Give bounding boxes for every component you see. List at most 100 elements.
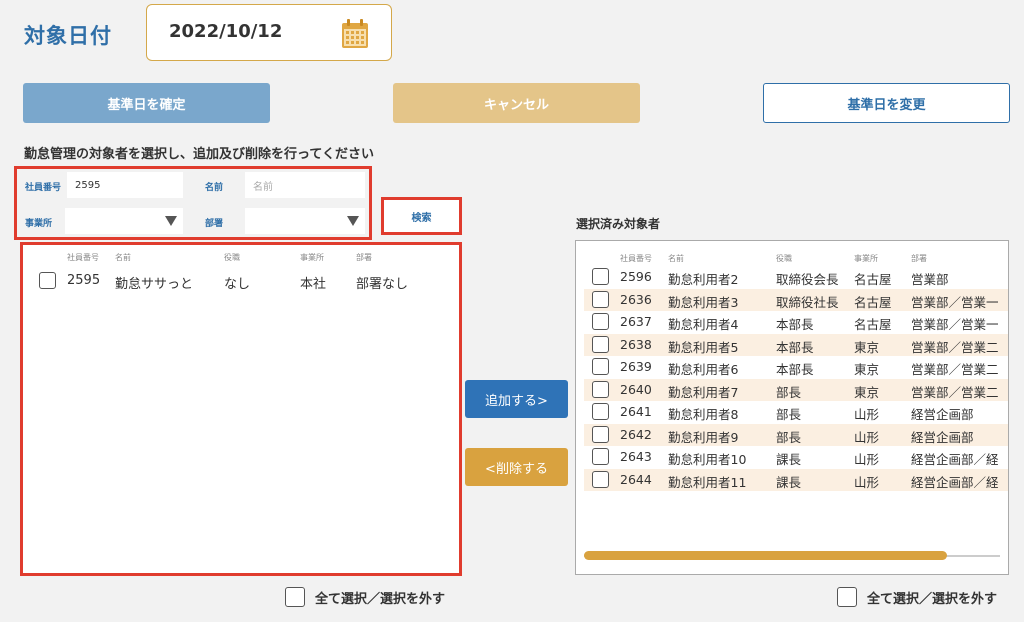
cell-employee-no: 2596 [620, 269, 652, 284]
employee-no-label: 社員番号 [25, 183, 62, 193]
header-office: 事業所 [300, 253, 324, 262]
employee-no-input[interactable]: 2595 [67, 172, 183, 198]
select-all-label: 全て選択／選択を外す [315, 591, 446, 607]
cell-title: 本部長 [776, 317, 814, 332]
cell-employee-no: 2643 [620, 449, 652, 464]
add-button[interactable]: 追加する> [465, 380, 568, 418]
header-dept: 部署 [911, 254, 927, 263]
row-checkbox[interactable] [592, 313, 609, 330]
cell-office: 東京 [854, 362, 880, 377]
office-select[interactable] [65, 208, 183, 234]
cell-dept: 経営企画部 [911, 429, 974, 445]
row-checkbox[interactable] [592, 425, 609, 443]
name-label: 名前 [205, 183, 224, 193]
cell-name: 勤怠利用者4 [668, 317, 739, 332]
row-checkbox[interactable] [592, 448, 609, 465]
table-row[interactable]: 2639 勤怠利用者6 本部長 東京 営業部／営業二 [584, 356, 1008, 378]
cell-dept: 営業部／営業一 [911, 294, 999, 310]
chevron-down-icon [347, 216, 359, 226]
row-checkbox[interactable] [592, 403, 609, 420]
selected-list-title: 選択済み対象者 [576, 217, 661, 231]
cell-employee-no: 2641 [620, 404, 652, 419]
cell-employee-no: 2639 [620, 359, 652, 374]
cell-employee-no: 2638 [620, 336, 652, 352]
cell-office: 東京 [854, 339, 880, 355]
select-all-right[interactable]: 全て選択／選択を外す [837, 587, 997, 607]
remove-button[interactable]: <削除する [465, 448, 568, 486]
header-title: 役職 [776, 254, 792, 263]
select-all-label: 全て選択／選択を外す [867, 591, 998, 607]
row-checkbox[interactable] [592, 335, 609, 353]
instruction-text: 勤怠管理の対象者を選択し、追加及び削除を行ってください [24, 147, 374, 162]
header-office: 事業所 [854, 254, 878, 263]
cell-office: 名古屋 [854, 294, 892, 310]
select-all-checkbox[interactable] [285, 587, 305, 607]
cell-dept: 営業部／営業二 [911, 339, 999, 355]
change-base-date-button[interactable]: 基準日を変更 [763, 83, 1010, 123]
header-title: 役職 [224, 253, 240, 262]
cell-dept: 営業部 [911, 272, 949, 287]
row-checkbox[interactable] [592, 268, 609, 285]
cell-title: なし [224, 277, 251, 292]
cell-title: 部長 [776, 407, 802, 422]
table-row[interactable]: 2637 勤怠利用者4 本部長 名古屋 営業部／営業一 [584, 311, 1008, 333]
table-row[interactable]: 2638 勤怠利用者5 本部長 東京 営業部／営業二 [584, 333, 1008, 356]
table-row[interactable]: 2640 勤怠利用者7 部長 東京 営業部／営業二 [584, 378, 1008, 401]
search-button[interactable]: 検索 [381, 197, 462, 235]
cell-name: 勤怠利用者8 [668, 407, 739, 422]
candidate-list: 社員番号 名前 役職 事業所 部署 2595 勤怠ササっと なし 本社 部署なし [20, 242, 462, 576]
row-checkbox[interactable] [592, 380, 609, 398]
cell-name: 勤怠ササっと [115, 277, 194, 292]
name-input[interactable]: 名前 [245, 172, 365, 198]
cell-name: 勤怠利用者11 [668, 474, 747, 490]
cell-employee-no: 2642 [620, 426, 652, 442]
header-name: 名前 [115, 253, 131, 262]
chevron-down-icon [165, 216, 177, 226]
confirm-base-date-button[interactable]: 基準日を確定 [23, 83, 270, 123]
cell-office: 山形 [854, 429, 880, 445]
table-row[interactable]: 2642 勤怠利用者9 部長 山形 経営企画部 [584, 423, 1008, 446]
table-row[interactable]: 2596 勤怠利用者2 取締役会長 名古屋 営業部 [584, 266, 1008, 288]
cell-title: 課長 [776, 474, 802, 490]
table-row[interactable]: 2643 勤怠利用者10 課長 山形 経営企画部／経 [584, 446, 1008, 468]
horizontal-scrollbar[interactable] [584, 551, 947, 560]
cell-office: 山形 [854, 407, 880, 422]
cell-dept: 営業部／営業二 [911, 362, 999, 377]
cell-title: 取締役社長 [776, 294, 839, 310]
header-employee-no: 社員番号 [620, 254, 652, 263]
table-row[interactable]: 2641 勤怠利用者8 部長 山形 経営企画部 [584, 401, 1008, 423]
cell-dept: 営業部／営業一 [911, 317, 999, 332]
cell-office: 山形 [854, 452, 880, 467]
cell-title: 部長 [776, 384, 802, 400]
cell-employee-no: 2636 [620, 291, 652, 307]
dept-select[interactable] [245, 208, 365, 234]
cell-dept: 経営企画部 [911, 407, 974, 422]
select-all-checkbox[interactable] [837, 587, 857, 607]
header-name: 名前 [668, 254, 684, 263]
cell-name: 勤怠利用者7 [668, 384, 739, 400]
office-label: 事業所 [25, 219, 53, 229]
cell-dept: 経営企画部／経 [911, 474, 999, 490]
table-row[interactable]: 2636 勤怠利用者3 取締役社長 名古屋 営業部／営業一 [584, 288, 1008, 311]
table-row[interactable]: 2644 勤怠利用者11 課長 山形 経営企画部／経 [584, 468, 1008, 491]
select-all-left[interactable]: 全て選択／選択を外す [285, 587, 445, 607]
cell-name: 勤怠利用者2 [668, 272, 739, 287]
search-panel: 社員番号 2595 名前 名前 事業所 部署 [14, 166, 372, 240]
row-checkbox[interactable] [592, 358, 609, 375]
calendar-icon[interactable] [341, 19, 369, 49]
cell-employee-no: 2644 [620, 471, 652, 487]
cancel-button[interactable]: キャンセル [393, 83, 640, 123]
cell-name: 勤怠利用者5 [668, 339, 739, 355]
cell-dept: 経営企画部／経 [911, 452, 999, 467]
date-picker[interactable]: 2022/10/12 [146, 4, 392, 61]
cell-office: 東京 [854, 384, 880, 400]
cell-name: 勤怠利用者6 [668, 362, 739, 377]
row-checkbox[interactable] [39, 272, 56, 289]
cell-dept: 部署なし [356, 277, 409, 292]
row-checkbox[interactable] [592, 290, 609, 308]
row-checkbox[interactable] [592, 470, 609, 488]
cell-office: 本社 [300, 277, 327, 292]
selected-list: 社員番号 名前 役職 事業所 部署 2596 勤怠利用者2 取締役会長 名古屋 営業部 2… [575, 240, 1009, 575]
date-value: 2022/10/12 [169, 21, 283, 42]
cell-office: 名古屋 [854, 317, 892, 332]
